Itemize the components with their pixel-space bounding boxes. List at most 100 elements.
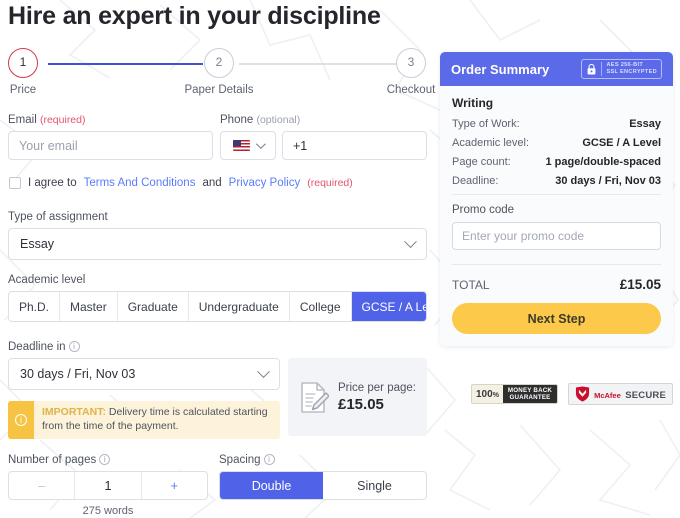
notice-text-wrap: IMPORTANT: Delivery time is calculated s… (34, 401, 280, 439)
pages-label-text: Number of pages (8, 454, 97, 466)
email-label-text: Email (8, 114, 37, 126)
info-icon: i (15, 414, 27, 426)
trust-badges: 100% MONEY BACK GUARANTEE McAfee SECURE (471, 383, 674, 405)
mcafee-text: McAfee SECURE (594, 385, 666, 403)
money-back-guarantee-badge: 100% MONEY BACK GUARANTEE (471, 384, 559, 404)
price-per-page-card: Price per page: £15.05 (288, 358, 427, 436)
total-value: £15.05 (619, 277, 661, 292)
pages-label: Number of pages i (8, 454, 208, 466)
promo-code-label: Promo code (452, 204, 515, 216)
lock-icon (586, 63, 597, 75)
stepper-step-paper-details[interactable]: 2 Paper Details (174, 48, 264, 96)
info-icon[interactable]: i (263, 454, 275, 466)
price-per-page-label: Price per page: (338, 381, 416, 394)
summary-row-key: Deadline: (452, 175, 499, 187)
academic-level-option-phd[interactable]: Ph.D. (9, 292, 61, 321)
order-summary-section-title: Writing (452, 96, 494, 110)
academic-level-option-college[interactable]: College (290, 292, 352, 321)
summary-row-value: 1 page/double-spaced (545, 156, 661, 168)
total-label: TOTAL (452, 277, 490, 292)
phone-input[interactable]: +1 (282, 131, 427, 160)
pages-decrement-button[interactable]: – (9, 472, 76, 499)
academic-level-option-gcse-a-level[interactable]: GCSE / A Level (351, 292, 426, 321)
next-step-button[interactable]: Next Step (452, 303, 661, 334)
price-per-page-text: Price per page: £15.05 (338, 382, 416, 413)
info-icon[interactable]: i (68, 341, 80, 353)
summary-row-key: Page count: (452, 156, 511, 168)
email-input[interactable]: Your email (8, 131, 213, 160)
terms-and-conditions-link[interactable]: Terms And Conditions (84, 177, 196, 189)
pages-stepper: – 1 + (8, 471, 208, 500)
stepper-step-checkout-number: 3 (396, 48, 426, 78)
order-summary-header: Order Summary AES 256-BIT SSL ENCRYPTED (440, 52, 673, 86)
document-pencil-icon (301, 381, 329, 413)
notice-important-tag: IMPORTANT: (42, 406, 106, 418)
price-per-page-value: £15.05 (338, 395, 384, 413)
ssl-badge-line1: AES 256-BIT (606, 62, 644, 69)
delivery-time-notice: i IMPORTANT: Delivery time is calculated… (8, 401, 280, 439)
summary-row-value: GCSE / A Level (582, 137, 661, 149)
country-code-select[interactable] (220, 131, 276, 160)
summary-row-key: Type of Work: (452, 118, 520, 130)
deadline-value: 30 days / Fri, Nov 03 (20, 367, 136, 381)
notice-accent-bar: i (8, 401, 34, 439)
mcafee-secure-badge: McAfee SECURE (568, 383, 674, 405)
us-flag-icon (233, 140, 250, 151)
phone-optional-tag: (optional) (256, 114, 301, 126)
spacing-label: Spacing i (219, 454, 427, 466)
phone-label-text: Phone (220, 114, 254, 126)
pages-increment-button[interactable]: + (142, 472, 207, 499)
shield-icon (576, 386, 590, 402)
info-icon[interactable]: i (99, 454, 111, 466)
ssl-badge-text: AES 256-BIT SSL ENCRYPTED (601, 62, 657, 76)
assignment-type-select[interactable]: Essay (8, 228, 427, 260)
ssl-encrypted-badge: AES 256-BIT SSL ENCRYPTED (581, 59, 662, 79)
deadline-label: Deadline in i (8, 341, 280, 353)
summary-row-value: Essay (629, 118, 661, 130)
stepper-step-price[interactable]: 1 Price (0, 48, 68, 96)
spacing-option-single[interactable]: Single (323, 472, 426, 499)
spacing-segmented-control: Double Single (219, 471, 427, 500)
email-input-placeholder: Your email (19, 138, 78, 153)
promo-code-input[interactable]: Enter your promo code (452, 222, 661, 250)
deadline-group: Deadline in i 30 days / Fri, Nov 03 i IMP… (8, 341, 280, 439)
academic-level-option-graduate[interactable]: Graduate (118, 292, 189, 321)
summary-row-type-of-work: Type of Work: Essay (452, 118, 661, 130)
divider (452, 264, 661, 265)
academic-level-segmented-control: Ph.D. Master Graduate Undergraduate Coll… (8, 291, 427, 322)
summary-row-page-count: Page count: 1 page/double-spaced (452, 156, 661, 168)
privacy-policy-link[interactable]: Privacy Policy (229, 177, 301, 189)
pages-count-input[interactable]: 1 (75, 472, 142, 499)
money-back-line1: MONEY BACK (507, 386, 553, 394)
order-summary-title: Order Summary (451, 61, 550, 77)
summary-row-value: 30 days / Fri, Nov 03 (555, 175, 661, 187)
academic-level-option-master[interactable]: Master (60, 292, 118, 321)
terms-text-before: I agree to (28, 177, 77, 189)
terms-agreement-row: I agree to Terms And Conditions and Priv… (9, 177, 353, 189)
order-summary-body: Writing Type of Work: Essay Academic lev… (440, 86, 673, 346)
phone-label: Phone (optional) (220, 114, 427, 126)
assignment-type-value: Essay (20, 237, 55, 251)
money-back-line2: GUARANTEE (509, 394, 551, 401)
stepper-step-price-label: Price (9, 84, 37, 96)
email-label: Email (required) (8, 114, 213, 126)
chevron-down-icon (257, 364, 270, 378)
deadline-select[interactable]: 30 days / Fri, Nov 03 (8, 358, 280, 390)
word-count-label: 275 words (82, 505, 134, 517)
terms-text-middle: and (202, 177, 222, 189)
money-back-percent-symbol: % (492, 391, 499, 399)
terms-checkbox[interactable] (9, 177, 21, 189)
promo-code-placeholder: Enter your promo code (462, 229, 585, 243)
order-form-page: Hire an expert in your discipline 1 Pric… (0, 0, 680, 518)
money-back-percent: 100% (472, 389, 503, 400)
divider (452, 194, 661, 195)
academic-level-option-undergraduate[interactable]: Undergraduate (189, 292, 290, 321)
stepper-step-paper-details-label: Paper Details (184, 84, 254, 96)
money-back-percent-number: 100 (476, 388, 493, 400)
summary-row-academic-level: Academic level: GCSE / A Level (452, 137, 661, 149)
spacing-option-double[interactable]: Double (220, 472, 323, 499)
stepper-step-paper-details-number: 2 (204, 48, 234, 78)
spacing-label-text: Spacing (219, 454, 261, 466)
academic-level-label: Academic level (8, 274, 86, 286)
summary-row-deadline: Deadline: 30 days / Fri, Nov 03 (452, 175, 661, 187)
